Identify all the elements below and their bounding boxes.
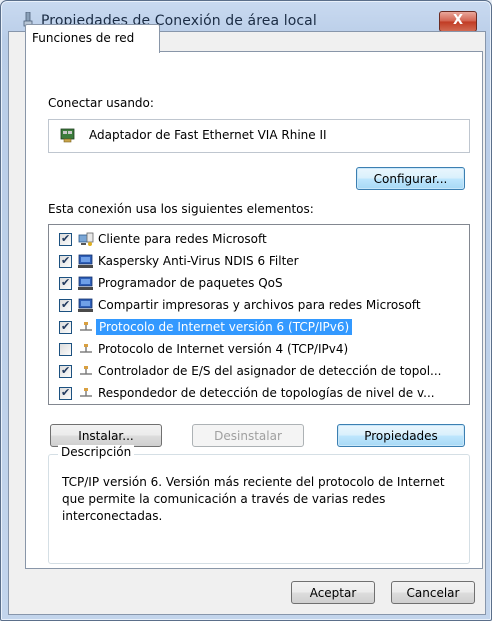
close-button[interactable]: X [439,11,477,32]
list-item[interactable]: ✔ Cliente para redes Microsoft [49,229,469,251]
network-service-icon [78,298,94,313]
network-service-icon [78,276,94,291]
adapter-field: Adaptador de Fast Ethernet VIA Rhine II [48,119,470,153]
close-icon: X [452,13,464,28]
item-label: Controlador de E/S del asignador de dete… [98,364,442,378]
checkmark-icon: ✔ [61,254,71,267]
item-checkbox[interactable]: ✔ [59,254,72,268]
adapter-name: Adaptador de Fast Ethernet VIA Rhine II [89,128,327,142]
cancel-button[interactable]: Cancelar [391,581,475,604]
items-label: Esta conexión usa los siguientes element… [48,202,314,216]
item-label: Protocolo de Internet versión 6 (TCP/IPv… [96,319,353,335]
item-checkbox[interactable]: ✔ [59,276,72,290]
checkmark-icon: ✔ [61,364,71,377]
item-checkbox[interactable]: ✔ [59,232,72,246]
network-protocol-icon [78,386,94,401]
checkmark-icon: ✔ [61,232,71,245]
install-button[interactable]: Instalar... [50,424,162,447]
connect-using-label: Conectar usando: [48,96,154,110]
item-checkbox[interactable]: ✔ [59,298,72,312]
network-protocol-icon [78,364,94,379]
item-label: Cliente para redes Microsoft [98,232,267,246]
network-adapter-icon [60,128,75,143]
list-item[interactable]: ✔ Kaspersky Anti-Virus NDIS 6 Filter [49,251,469,273]
item-label: Compartir impresoras y archivos para red… [98,298,421,312]
item-label: Programador de paquetes QoS [98,276,283,290]
list-item[interactable]: ✔ Compartir impresoras y archivos para re… [49,295,469,317]
checkmark-icon: ✔ [61,386,71,399]
uninstall-button[interactable]: Desinstalar [192,424,304,447]
configure-button[interactable]: Configurar... [356,167,465,190]
checkmark-icon: ✔ [61,298,71,311]
properties-button[interactable]: Propiedades [337,424,465,447]
network-protocol-icon [78,320,94,335]
item-checkbox[interactable]: ✔ [59,386,72,400]
list-item[interactable]: ✔ Respondedor de detección de topologías … [49,383,469,404]
ok-button[interactable]: Aceptar [291,581,375,604]
list-item[interactable]: Protocolo de Internet versión 4 (TCP/IPv… [49,339,469,361]
item-checkbox[interactable] [59,343,72,356]
checkmark-icon: ✔ [61,276,71,289]
list-item[interactable]: ✔ Protocolo de Internet versión 6 (TCP/IP… [49,317,469,339]
network-protocol-icon [78,342,94,357]
network-client-icon [78,232,94,247]
item-label: Respondedor de detección de topologías d… [98,386,435,400]
network-service-icon [78,254,94,269]
tab-network-functions[interactable]: Funciones de red [25,24,160,53]
item-label: Kaspersky Anti-Virus NDIS 6 Filter [98,254,299,268]
items-list[interactable]: ✔ Cliente para redes Microsoft ✔ Kaspersky … [48,224,470,405]
item-label: Protocolo de Internet versión 4 (TCP/IPv… [98,342,349,356]
tab-label: Funciones de red [32,31,135,45]
description-legend: Descripción [58,445,135,459]
description-text: TCP/IP versión 6. Versión más reciente d… [62,475,445,523]
list-item[interactable]: ✔ Programador de paquetes QoS [49,273,469,295]
item-checkbox[interactable]: ✔ [59,364,72,378]
item-checkbox[interactable]: ✔ [59,320,72,334]
checkmark-icon: ✔ [61,320,71,333]
list-item[interactable]: ✔ Controlador de E/S del asignador de det… [49,361,469,383]
